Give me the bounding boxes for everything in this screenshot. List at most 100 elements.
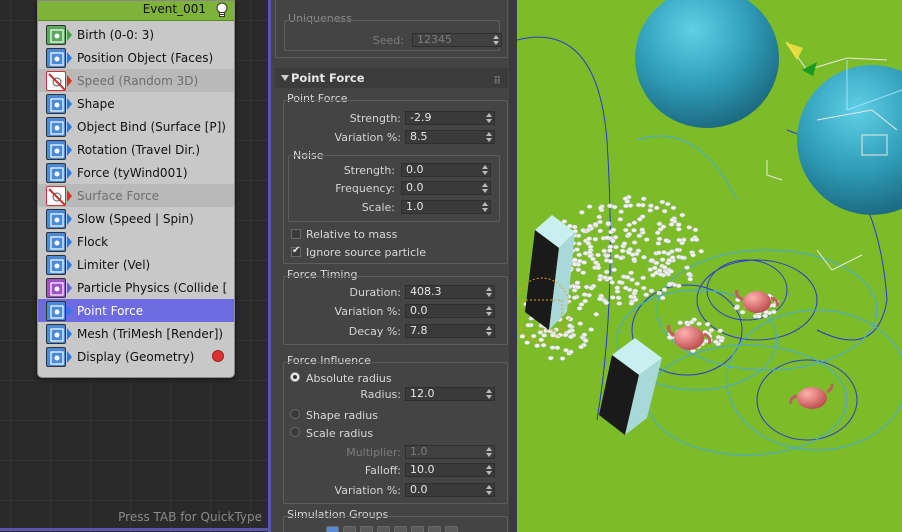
- spinner-arrows-icon[interactable]: [482, 202, 488, 212]
- seed-spinner[interactable]: 12345: [412, 33, 502, 47]
- spinner-arrows-icon[interactable]: [486, 447, 492, 457]
- variation-spinner[interactable]: 8.5: [405, 130, 495, 144]
- event-node[interactable]: Event_001 Birth (0-0: 3) Position Object …: [37, 0, 235, 378]
- operator-row[interactable]: Flock: [38, 230, 234, 253]
- surface-force-icon: [46, 185, 66, 206]
- relative-to-mass-checkbox[interactable]: [291, 229, 301, 239]
- particle: [628, 301, 635, 306]
- operator-row[interactable]: Object Bind (Surface [P]): [38, 115, 234, 138]
- spinner-arrows-icon[interactable]: [493, 35, 499, 45]
- falloff-spinner[interactable]: 10.0: [405, 463, 495, 477]
- operator-row[interactable]: Point Force: [38, 299, 234, 322]
- sim-group-button[interactable]: [360, 526, 373, 532]
- particle: [537, 330, 544, 335]
- particle: [581, 292, 588, 297]
- particle: [628, 294, 634, 299]
- particle: [579, 210, 585, 215]
- particle: [596, 214, 603, 220]
- timing-variation-spinner[interactable]: 0.0: [405, 304, 495, 318]
- teapot-object[interactable]: [789, 383, 834, 409]
- sphere-object[interactable]: [635, 0, 779, 128]
- operator-row[interactable]: Rotation (Travel Dir.): [38, 138, 234, 161]
- operator-row[interactable]: Particle Physics (Collide [In...: [38, 276, 234, 299]
- 3d-viewport[interactable]: [517, 0, 902, 532]
- operator-label: Mesh (TriMesh [Render]): [77, 326, 224, 341]
- operator-row[interactable]: Display (Geometry): [38, 345, 234, 368]
- particle: [593, 260, 599, 265]
- operator-row[interactable]: Shape: [38, 92, 234, 115]
- teapot-object[interactable]: [667, 324, 712, 350]
- particle: [739, 309, 746, 315]
- particle: [583, 284, 590, 290]
- panel-scrollbar[interactable]: [509, 0, 517, 532]
- spinner-arrows-icon[interactable]: [482, 165, 488, 175]
- operator-row[interactable]: Position Object (Faces): [38, 46, 234, 69]
- particle: [640, 275, 646, 281]
- sim-group-button[interactable]: [428, 526, 441, 532]
- sim-group-button[interactable]: [394, 526, 407, 532]
- sim-group-button[interactable]: [411, 526, 424, 532]
- operator-row[interactable]: Speed (Random 3D): [38, 69, 234, 92]
- event-header[interactable]: Event_001: [38, 1, 234, 21]
- shape-radius-radio[interactable]: [290, 409, 300, 419]
- sim-group-button[interactable]: [445, 526, 458, 532]
- particle: [607, 259, 614, 264]
- particle: [762, 313, 769, 319]
- operator-row[interactable]: Force (tyWind001): [38, 161, 234, 184]
- ignore-source-checkbox[interactable]: [291, 245, 301, 257]
- spinner-arrows-icon[interactable]: [486, 306, 492, 316]
- flow-canvas[interactable]: Event_001 Birth (0-0: 3) Position Object …: [0, 0, 270, 532]
- spinner-arrows-icon[interactable]: [486, 485, 492, 495]
- operator-row[interactable]: Surface Force: [38, 184, 234, 207]
- operator-row[interactable]: Slow (Speed | Spin): [38, 207, 234, 230]
- absolute-radius-radio[interactable]: [290, 372, 300, 382]
- particle: [582, 338, 589, 343]
- particle: [656, 236, 663, 242]
- noise-strength-spinner[interactable]: 0.0: [401, 163, 491, 177]
- noise-scale-spinner[interactable]: 1.0: [401, 200, 491, 214]
- particle: [656, 290, 663, 296]
- point-force-rollout-title[interactable]: Point Force ⠿: [275, 68, 508, 88]
- box-object[interactable]: [599, 338, 662, 435]
- spinner-arrows-icon[interactable]: [486, 113, 492, 123]
- operator-arrow-icon: [67, 74, 72, 87]
- operator-row[interactable]: Limiter (Vel): [38, 253, 234, 276]
- sim-group-button[interactable]: [377, 526, 390, 532]
- grip-icon[interactable]: ⠿: [493, 72, 502, 92]
- spinner-arrows-icon[interactable]: [486, 389, 492, 399]
- operator-row[interactable]: Mesh (TriMesh [Render]): [38, 322, 234, 345]
- radius-value: 12.0: [410, 387, 435, 400]
- duration-spinner[interactable]: 408.3: [405, 285, 495, 299]
- operator-label: Flock: [77, 234, 109, 249]
- particle: [597, 277, 603, 282]
- influence-variation-spinner[interactable]: 0.0: [405, 483, 495, 497]
- strength-spinner[interactable]: -2.9: [405, 111, 495, 125]
- particle: [603, 253, 610, 259]
- box-object[interactable]: [525, 215, 575, 330]
- sim-group-button[interactable]: [326, 526, 339, 532]
- lightbulb-icon[interactable]: [214, 2, 230, 19]
- collapse-triangle-icon[interactable]: [281, 75, 289, 81]
- spinner-arrows-icon[interactable]: [486, 326, 492, 336]
- operator-arrow-icon: [67, 120, 72, 133]
- seed-label: Seed:: [372, 34, 404, 47]
- operator-label: Position Object (Faces): [77, 50, 214, 65]
- radius-spinner[interactable]: 12.0: [405, 387, 495, 401]
- particle: [604, 235, 611, 241]
- spinner-arrows-icon[interactable]: [486, 465, 492, 475]
- scale-radius-radio[interactable]: [290, 427, 300, 437]
- operator-row[interactable]: Birth (0-0: 3): [38, 23, 234, 46]
- teapot-object[interactable]: [735, 289, 779, 313]
- spinner-arrows-icon[interactable]: [482, 183, 488, 193]
- sim-group-button[interactable]: [343, 526, 356, 532]
- decay-spinner[interactable]: 7.8: [405, 324, 495, 338]
- particle: [687, 276, 694, 282]
- multiplier-spinner[interactable]: 1.0: [405, 445, 495, 459]
- particle: [708, 327, 715, 333]
- sphere-object[interactable]: [797, 65, 902, 215]
- display-color-swatch[interactable]: [212, 350, 224, 362]
- spinner-arrows-icon[interactable]: [486, 132, 492, 142]
- operator-label: Shape: [77, 96, 115, 111]
- noise-frequency-spinner[interactable]: 0.0: [401, 181, 491, 195]
- spinner-arrows-icon[interactable]: [486, 287, 492, 297]
